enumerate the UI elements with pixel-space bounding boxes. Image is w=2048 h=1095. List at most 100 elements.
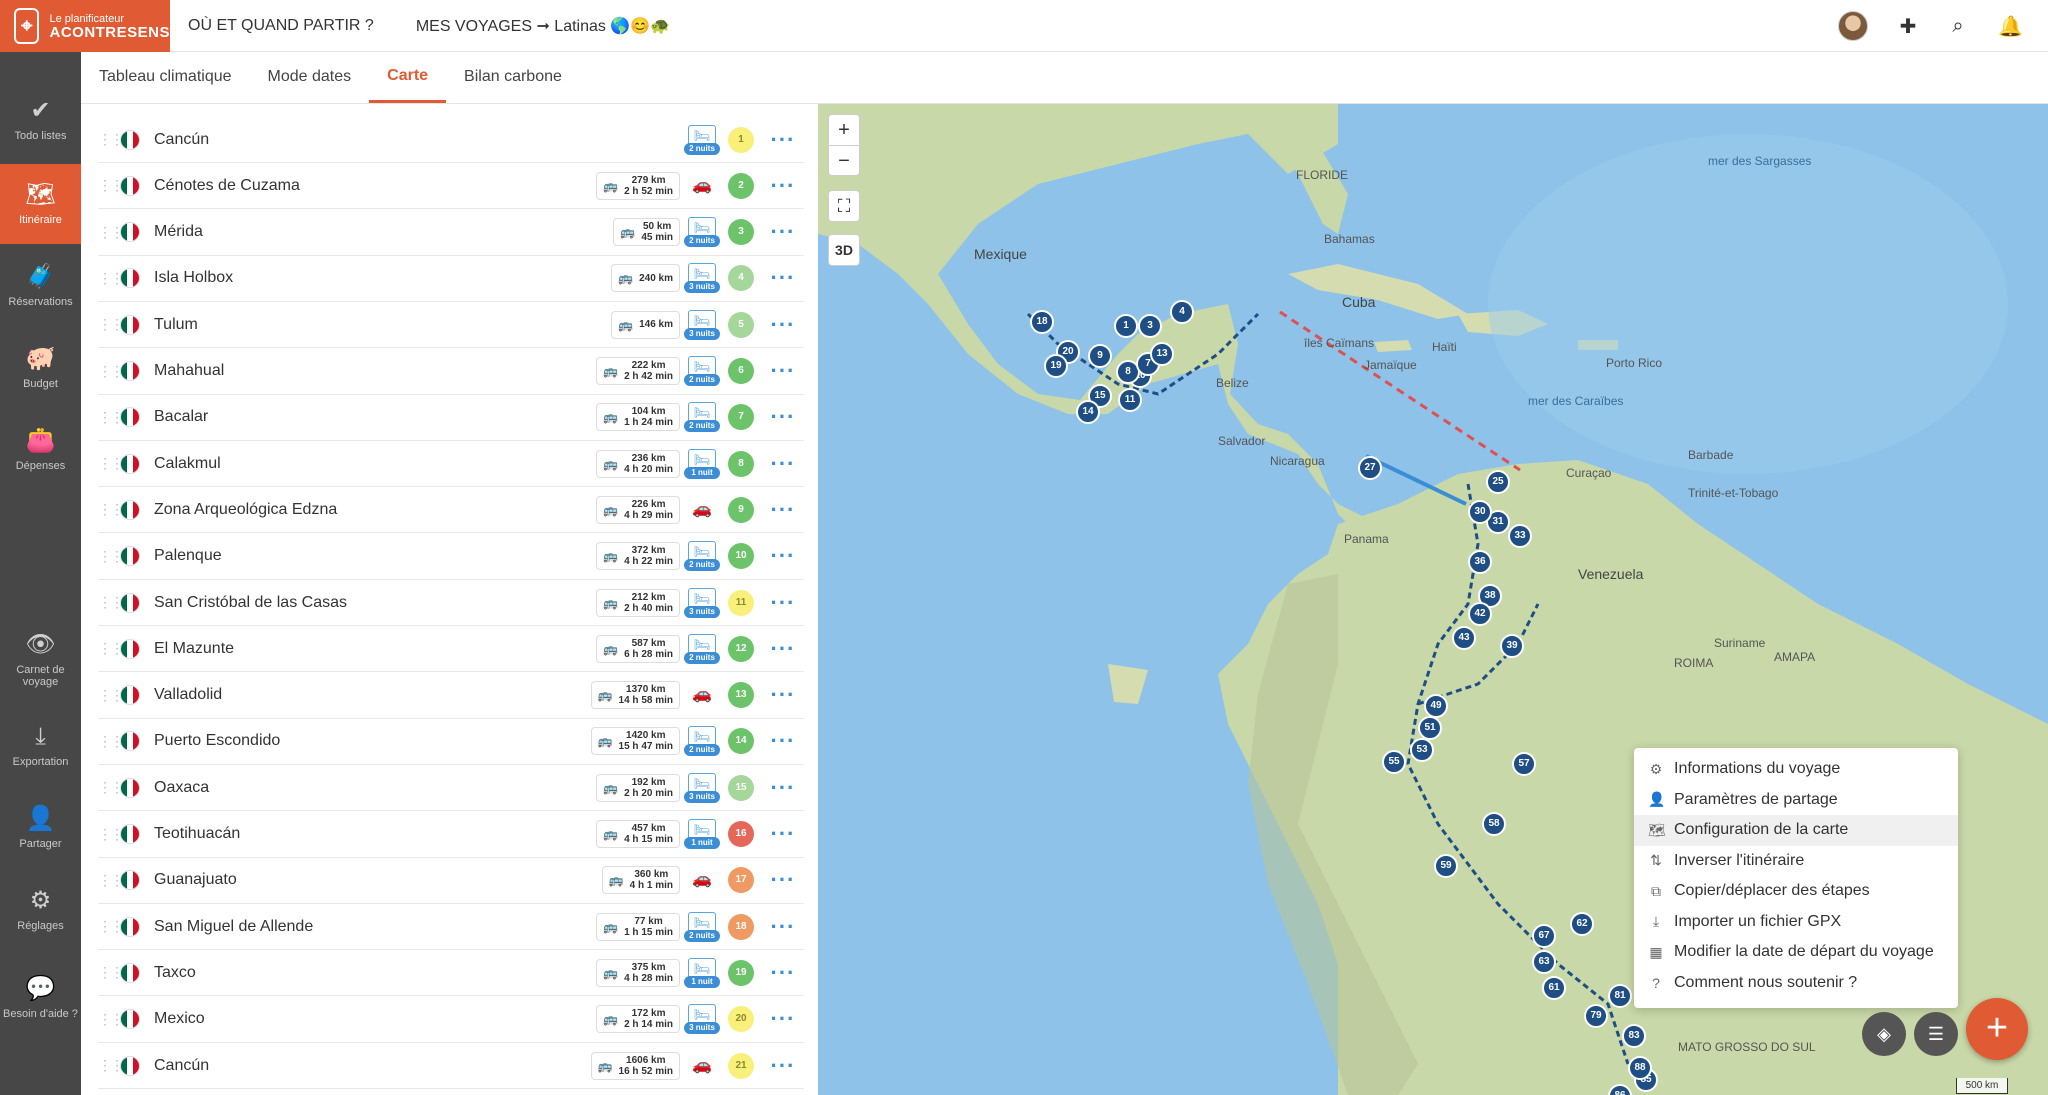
map-step-marker[interactable]: 42	[1468, 602, 1492, 626]
drag-handle-icon[interactable]: ⋮⋮	[98, 1057, 124, 1074]
map-step-marker[interactable]: 43	[1452, 626, 1476, 650]
map-step-marker[interactable]: 49	[1424, 694, 1448, 718]
more-options-icon[interactable]: ···	[768, 684, 798, 706]
nav-my-trips[interactable]: MES VOYAGES ➞ Latinas 🌎😊🐢	[416, 16, 670, 36]
map-step-marker[interactable]: 14	[1076, 400, 1100, 424]
drag-handle-icon[interactable]: ⋮⋮	[98, 270, 124, 287]
map-step-marker[interactable]: 3	[1138, 314, 1162, 338]
transport-info[interactable]: 🚌 372 km 4 h 22 min	[596, 542, 680, 571]
list-item[interactable]: ⋮⋮ Teotihuacán 🚌 457 km 4 h 15 min 🛏 1 nuit 16 ·…	[98, 812, 804, 858]
more-options-icon[interactable]: ···	[768, 545, 798, 567]
tab-3[interactable]: Bilan carbone	[446, 51, 580, 103]
list-item[interactable]: ⋮⋮ Guanajuato 🚌 360 km 4 h 1 min 🚗 17 ···	[98, 858, 804, 904]
tab-2[interactable]: Carte	[369, 51, 447, 103]
drag-handle-icon[interactable]: ⋮⋮	[98, 687, 124, 704]
step-name[interactable]: Mexico	[154, 1010, 596, 1028]
sidebar-item-eye[interactable]: 👁 Carnet de voyage	[0, 620, 81, 700]
transport-info[interactable]: 🚌 587 km 6 h 28 min	[596, 634, 680, 663]
map-step-marker[interactable]: 11	[1118, 388, 1142, 412]
car-icon[interactable]: 🚗	[688, 680, 716, 710]
transport-info[interactable]: 🚌 236 km 4 h 20 min	[596, 449, 680, 478]
drag-handle-icon[interactable]: ⋮⋮	[98, 501, 124, 518]
avatar[interactable]	[1838, 11, 1868, 41]
drag-handle-icon[interactable]: ⋮⋮	[98, 455, 124, 472]
drag-handle-icon[interactable]: ⋮⋮	[98, 363, 124, 380]
accommodation-info[interactable]: 🛏 2 nuits	[684, 541, 720, 572]
transport-info[interactable]: 🚌 192 km 2 h 20 min	[596, 773, 680, 802]
map-step-marker[interactable]: 19	[1044, 354, 1068, 378]
more-options-icon[interactable]: ···	[768, 267, 798, 289]
list-item[interactable]: ⋮⋮ Valladolid 🚌 1370 km 14 h 58 min 🚗 13 ···	[98, 673, 804, 719]
accommodation-info[interactable]: 🛏 2 nuits	[684, 356, 720, 386]
accommodation-info[interactable]: 🛏 2 nuits	[684, 726, 720, 757]
transport-info[interactable]: 🚌 226 km 4 h 29 min	[596, 495, 680, 524]
fullscreen-button[interactable]: ⛶	[828, 190, 860, 222]
list-item[interactable]: ⋮⋮ Cancún 🛏 2 nuits 1 ···	[98, 117, 804, 163]
accommodation-info[interactable]: 🛏 1 nuit	[684, 448, 720, 479]
step-name[interactable]: Guanajuato	[154, 871, 602, 889]
more-options-icon[interactable]: ···	[768, 313, 798, 335]
map-step-marker[interactable]: 59	[1434, 854, 1458, 878]
more-options-icon[interactable]: ···	[768, 730, 798, 752]
more-options-icon[interactable]: ···	[768, 1054, 798, 1076]
transport-info[interactable]: 🚌 146 km	[611, 310, 680, 339]
drag-handle-icon[interactable]: ⋮⋮	[98, 177, 124, 194]
more-options-icon[interactable]: ···	[768, 776, 798, 798]
transport-info[interactable]: 🚌 375 km 4 h 28 min	[596, 958, 680, 987]
drag-handle-icon[interactable]: ⋮⋮	[98, 918, 124, 935]
drag-handle-icon[interactable]: ⋮⋮	[98, 733, 124, 750]
step-name[interactable]: Taxco	[154, 964, 596, 982]
nav-where-when[interactable]: OÙ ET QUAND PARTIR ?	[188, 17, 374, 35]
menu-item-4[interactable]: ⧉ Copier/déplacer des étapes	[1634, 876, 1958, 907]
app-logo[interactable]: ⌖ Le planificateur ACONTRESENS	[0, 0, 170, 52]
map-step-marker[interactable]: 62	[1570, 912, 1594, 936]
more-options-icon[interactable]: ···	[768, 869, 798, 891]
zoom-out-button[interactable]: −	[829, 145, 859, 176]
more-options-icon[interactable]: ···	[768, 221, 798, 243]
list-item[interactable]: ⋮⋮ Mexico 🚌 172 km 2 h 14 min 🛏 3 nuits 20 ···	[98, 997, 804, 1043]
list-item[interactable]: ⋮⋮ Tulum 🚌 146 km 🛏 3 nuits 5 ···	[98, 302, 804, 349]
drag-handle-icon[interactable]: ⋮⋮	[98, 409, 124, 426]
menu-item-0[interactable]: ⚙ Informations du voyage	[1634, 754, 1958, 785]
tab-1[interactable]: Mode dates	[250, 51, 370, 103]
sidebar-item-download[interactable]: ⤓ Exportation	[0, 706, 81, 786]
sidebar-item-gear[interactable]: ⚙ Réglages	[0, 870, 81, 950]
accommodation-info[interactable]: 🛏 3 nuits	[684, 772, 720, 803]
map-step-marker[interactable]: 88	[1628, 1056, 1652, 1080]
step-name[interactable]: Teotihuacán	[154, 825, 596, 843]
list-item[interactable]: ⋮⋮ Oaxaca 🚌 192 km 2 h 20 min 🛏 3 nuits 15 ···	[98, 765, 804, 812]
map-step-marker[interactable]: 9	[1088, 344, 1112, 368]
menu-item-1[interactable]: 👤 Paramètres de partage	[1634, 785, 1958, 816]
drag-handle-icon[interactable]: ⋮⋮	[98, 548, 124, 565]
drag-handle-icon[interactable]: ⋮⋮	[98, 131, 124, 148]
map-step-marker[interactable]: 27	[1358, 456, 1382, 480]
more-options-icon[interactable]: ···	[768, 360, 798, 382]
list-item[interactable]: ⋮⋮ Cénotes de Cuzama 🚌 279 km 2 h 52 min 🚗 2 ··…	[98, 163, 804, 210]
list-item[interactable]: ⋮⋮ Calakmul 🚌 236 km 4 h 20 min 🛏 1 nuit 8 ···	[98, 441, 804, 488]
menu-item-6[interactable]: ▦ Modifier la date de départ du voyage	[1634, 937, 1958, 968]
map-step-marker[interactable]: 1	[1114, 314, 1138, 338]
more-options-icon[interactable]: ···	[768, 498, 798, 520]
menu-item-5[interactable]: ⤓ Importer un fichier GPX	[1634, 907, 1958, 938]
plus-icon[interactable]: ✚	[1898, 14, 1918, 39]
map-step-marker[interactable]: 83	[1622, 1024, 1646, 1048]
car-icon[interactable]: 🚗	[688, 171, 716, 201]
step-name[interactable]: Cancún	[154, 1057, 591, 1075]
drag-handle-icon[interactable]: ⋮⋮	[98, 826, 124, 843]
transport-info[interactable]: 🚌 1606 km 16 h 52 min	[590, 1051, 680, 1080]
transport-info[interactable]: 🚌 1420 km 15 h 47 min	[590, 727, 680, 756]
drag-handle-icon[interactable]: ⋮⋮	[98, 964, 124, 981]
zoom-in-button[interactable]: +	[829, 115, 859, 145]
accommodation-info[interactable]: 🛏 3 nuits	[684, 263, 720, 294]
list-item[interactable]: ⋮⋮ El Mazunte 🚌 587 km 6 h 28 min 🛏 2 nuits 12 ·…	[98, 626, 804, 673]
step-name[interactable]: Palenque	[154, 547, 596, 565]
step-name[interactable]: Mahahual	[154, 362, 596, 380]
transport-info[interactable]: 🚌 279 km 2 h 52 min	[596, 171, 680, 200]
menu-item-2[interactable]: 🗺 Configuration de la carte	[1634, 815, 1958, 846]
more-options-icon[interactable]: ···	[768, 915, 798, 937]
step-name[interactable]: Oaxaca	[154, 779, 596, 797]
list-item[interactable]: ⋮⋮ San Cristóbal de las Casas 🚌 212 km 2 h 4…	[98, 580, 804, 626]
sidebar-item-wallet[interactable]: 👛 Dépenses	[0, 410, 81, 490]
transport-info[interactable]: 🚌 77 km 1 h 15 min	[596, 912, 680, 941]
drag-handle-icon[interactable]: ⋮⋮	[98, 872, 124, 889]
